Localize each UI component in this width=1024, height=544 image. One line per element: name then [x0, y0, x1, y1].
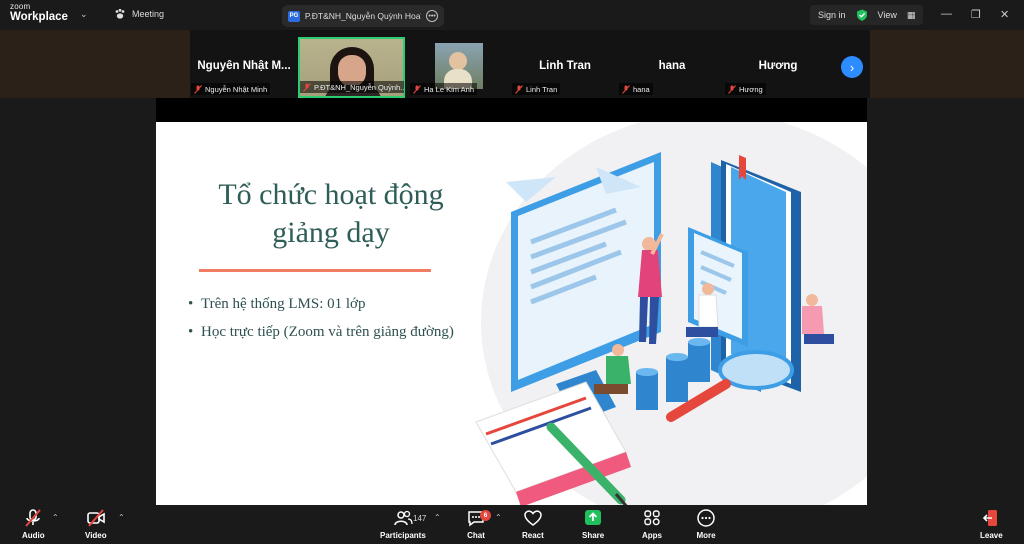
participant-strip: Nguyễn Nhật M... Nguyễn Nhật Minh P.ĐT&N… [0, 30, 1024, 98]
slide-bullets: Trên hệ thống LMS: 01 lớp Học trực tiếp … [188, 294, 458, 350]
more-button[interactable]: More [696, 509, 716, 540]
tab-title: P.ĐT&NH_Nguyễn Quỳnh Hoa's s [304, 11, 422, 21]
tab-avatar-badge: PG [288, 10, 300, 22]
logo-large: Workplace [10, 11, 68, 23]
video-options-caret-icon[interactable]: ⌃ [118, 513, 125, 522]
minimize-icon[interactable]: — [941, 8, 952, 20]
participants-count: 147 [413, 514, 427, 523]
participant-tile[interactable]: Nguyễn Nhật M... Nguyễn Nhật Minh [191, 37, 297, 98]
participant-label: hana [619, 83, 653, 95]
slide-title: Tổ chức hoạt động giảng dạy [196, 176, 466, 252]
participant-label: Hương [725, 83, 766, 95]
participant-label-text: Ha Le Kim Anh [424, 84, 475, 94]
participants-label: Participants [380, 531, 426, 540]
strip-left-fill [0, 30, 190, 98]
view-button[interactable]: View [878, 10, 897, 20]
participant-tile[interactable]: Linh Tran Linh Tran [512, 37, 618, 98]
audio-options-caret-icon[interactable]: ⌃ [52, 513, 59, 522]
participants-icon [394, 510, 413, 526]
meeting-tab[interactable]: PG P.ĐT&NH_Nguyễn Quỳnh Hoa's s ••• [282, 5, 444, 27]
shield-check-icon[interactable] [856, 9, 868, 21]
participant-tile[interactable]: hana hana [619, 37, 725, 98]
apps-label: Apps [642, 531, 662, 540]
participant-label-text: Nguyễn Nhật Minh [205, 84, 268, 94]
participant-label: Nguyễn Nhật Minh [191, 83, 271, 95]
mic-muted-icon [515, 84, 523, 94]
apps-button[interactable]: Apps [642, 509, 662, 540]
meeting-menu-button[interactable]: Meeting [114, 8, 164, 20]
title-underline [199, 269, 431, 272]
leave-button[interactable]: Leave [980, 509, 1003, 540]
share-button[interactable]: Share [582, 509, 604, 540]
video-label: Video [85, 531, 107, 540]
chat-unread-badge: 6 [480, 510, 491, 521]
participant-label-text: hana [633, 84, 650, 94]
title-bar: zoom Workplace ⌄ Meeting PG P.ĐT&NH_Nguy… [0, 0, 1024, 30]
photo-face [449, 52, 467, 70]
chat-options-caret-icon[interactable]: ⌃ [495, 513, 502, 522]
participant-name-large: Linh Tran [539, 60, 591, 72]
mic-muted-icon [622, 84, 630, 94]
paw-icon [115, 8, 125, 19]
participant-label-text: P.ĐT&NH_Nguyễn Quỳnh... [314, 82, 404, 92]
chevron-right-icon: › [849, 59, 855, 75]
meeting-toolbar: Audio ⌃ Video ⌃ Participants 147 ⌃ Chat … [0, 505, 1024, 544]
participant-label: Ha Le Kim Anh [410, 83, 478, 95]
bullet-item: Học trực tiếp (Zoom và trên giảng đường) [188, 322, 458, 342]
camera-off-icon [87, 509, 105, 527]
slide-title-line1: Tổ chức hoạt động [218, 178, 444, 211]
react-button[interactable]: React [522, 509, 544, 540]
apps-grid-icon [644, 510, 660, 526]
zoom-logo[interactable]: zoom Workplace [10, 3, 68, 24]
mic-muted-icon [303, 82, 311, 92]
video-button[interactable]: Video [85, 509, 107, 540]
slide-title-line2: giảng dạy [272, 216, 390, 249]
participant-label-text: Linh Tran [526, 84, 558, 94]
teaching-illustration [475, 122, 867, 505]
shared-slide: Tổ chức hoạt động giảng dạy Trên hệ thốn… [156, 122, 867, 505]
restore-icon[interactable]: ❐ [971, 8, 981, 21]
participant-name-large: Hương [758, 60, 798, 72]
close-icon[interactable]: ✕ [1000, 8, 1009, 21]
logo-small: zoom [10, 2, 31, 11]
mic-muted-icon [194, 84, 202, 94]
participant-label: P.ĐT&NH_Nguyễn Quỳnh... [300, 81, 404, 93]
top-right-controls: Sign in View ▦ [810, 5, 924, 25]
mic-muted-icon [728, 84, 736, 94]
participant-tile[interactable]: Hương Hương [725, 37, 831, 98]
share-label: Share [582, 531, 605, 540]
mic-muted-icon [413, 84, 421, 94]
chat-label: Chat [467, 531, 485, 540]
participant-name-large: hana [658, 60, 686, 72]
participant-label-text: Hương [739, 84, 763, 94]
strip-right-fill [870, 30, 1024, 98]
audio-button[interactable]: Audio [22, 509, 45, 540]
audio-label: Audio [22, 531, 45, 540]
participants-options-caret-icon[interactable]: ⌃ [434, 513, 441, 522]
more-options-icon[interactable]: ••• [426, 10, 438, 22]
react-label: React [522, 531, 544, 540]
participant-name-large: Nguyễn Nhật M... [197, 60, 291, 72]
share-screen-icon [585, 510, 602, 525]
view-grid-icon[interactable]: ▦ [907, 10, 916, 21]
microphone-muted-icon [25, 509, 42, 527]
more-dots-icon [697, 509, 715, 527]
more-label: More [696, 531, 716, 540]
leave-label: Leave [980, 531, 1003, 540]
participant-tile[interactable]: Ha Le Kim Anh [410, 37, 516, 98]
sign-in-button[interactable]: Sign in [818, 10, 846, 20]
next-page-button[interactable]: › [841, 56, 863, 78]
meeting-label: Meeting [132, 9, 165, 19]
heart-icon [524, 510, 542, 526]
chevron-down-icon[interactable]: ⌄ [80, 9, 88, 20]
leave-door-icon [983, 510, 998, 526]
slide-top-band [156, 98, 867, 122]
participant-tile-active-speaker[interactable]: P.ĐT&NH_Nguyễn Quỳnh... [298, 37, 405, 98]
bullet-item: Trên hệ thống LMS: 01 lớp [188, 294, 458, 314]
participant-label: Linh Tran [512, 83, 561, 95]
